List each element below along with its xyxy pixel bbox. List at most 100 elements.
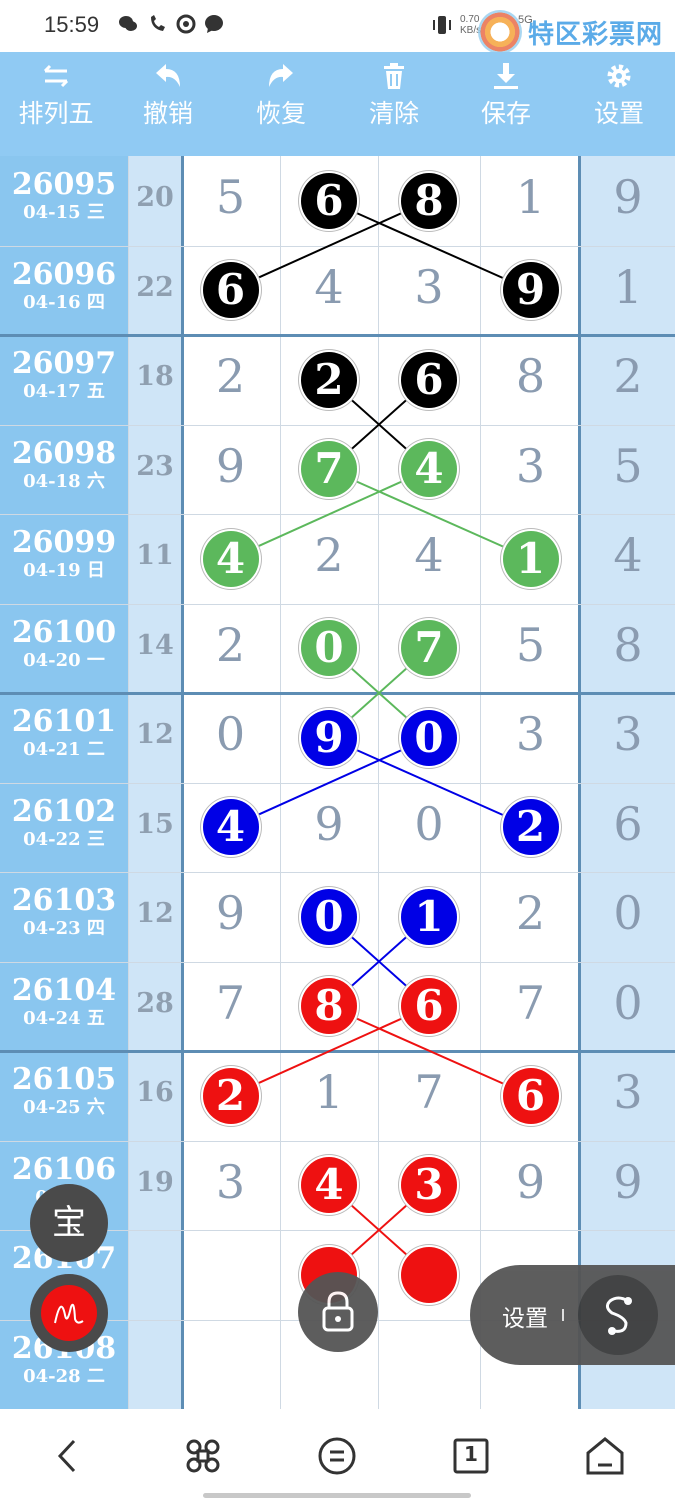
clear-button[interactable]: 清除 bbox=[338, 52, 450, 156]
marked-digit-ball[interactable]: 9 bbox=[301, 709, 357, 766]
digit-cell[interactable]: 9 bbox=[481, 1155, 581, 1209]
marked-digit-ball[interactable]: 8 bbox=[301, 978, 357, 1035]
marked-digit-ball[interactable] bbox=[401, 1246, 457, 1303]
period-cell: 26097 04-17 五 bbox=[0, 347, 128, 403]
tab-count-icon[interactable]: 1 bbox=[446, 1431, 496, 1481]
digit-cell[interactable]: 0 bbox=[181, 707, 281, 761]
period-cell: 26099 04-19 日 bbox=[0, 526, 128, 582]
marked-digit-ball[interactable]: 6 bbox=[401, 351, 457, 408]
marked-digit-ball[interactable]: 2 bbox=[502, 799, 559, 856]
period-date: 04-21 二 bbox=[23, 739, 105, 760]
grid-hline bbox=[0, 961, 675, 963]
digit-cell[interactable]: 3 bbox=[181, 1155, 281, 1209]
fifth-digit-cell: 4 bbox=[613, 528, 643, 582]
period-number: 26105 bbox=[11, 1062, 117, 1097]
treasure-button[interactable]: 宝 bbox=[30, 1184, 108, 1262]
lock-button[interactable] bbox=[298, 1272, 378, 1352]
digit-cell[interactable]: 1 bbox=[481, 170, 581, 224]
period-date: 04-19 日 bbox=[23, 560, 105, 581]
marked-digit-ball[interactable]: 6 bbox=[301, 172, 357, 229]
digit-cell[interactable]: 8 bbox=[481, 349, 581, 403]
marked-digit-ball[interactable]: 6 bbox=[502, 1067, 559, 1124]
gesture-bar[interactable] bbox=[203, 1493, 471, 1498]
digit-cell[interactable]: 7 bbox=[379, 1065, 479, 1119]
treasure-label: 宝 bbox=[52, 1203, 86, 1243]
period-number: 26106 bbox=[11, 1151, 117, 1187]
lottery-type-button[interactable]: 排列五 bbox=[0, 52, 112, 156]
digit-cell[interactable]: 1 bbox=[279, 1065, 379, 1119]
digit-cell[interactable]: 0 bbox=[379, 797, 479, 851]
marked-digit-ball[interactable]: 8 bbox=[401, 172, 457, 229]
marked-digit-ball[interactable]: 3 bbox=[401, 1157, 457, 1214]
marked-digit-ball[interactable]: 0 bbox=[301, 888, 357, 945]
digit-cell[interactable]: 9 bbox=[181, 886, 281, 940]
sum-value: 15 bbox=[136, 808, 174, 840]
period-cell: 26102 04-22 三 bbox=[0, 794, 128, 851]
digit-cell[interactable]: 2 bbox=[481, 886, 581, 940]
digit-cell[interactable]: 2 bbox=[279, 528, 379, 582]
period-number: 26103 bbox=[11, 883, 117, 918]
digit-cell[interactable]: 2 bbox=[181, 349, 281, 403]
sum-value: 18 bbox=[136, 361, 174, 392]
marked-digit-ball[interactable]: 6 bbox=[401, 978, 457, 1035]
command-icon[interactable] bbox=[178, 1431, 228, 1481]
grid-hline bbox=[0, 1140, 675, 1142]
save-label: 保存 bbox=[480, 99, 531, 128]
message-icon bbox=[204, 14, 224, 39]
grid-hline bbox=[0, 692, 675, 695]
marked-digit-ball[interactable]: 4 bbox=[301, 1157, 357, 1214]
marked-digit-ball[interactable]: 7 bbox=[301, 441, 357, 498]
marked-digit-ball[interactable]: 4 bbox=[202, 799, 259, 856]
digit-cell[interactable]: 7 bbox=[181, 976, 281, 1030]
marked-digit-ball[interactable]: 6 bbox=[202, 262, 259, 319]
digit-cell[interactable]: 3 bbox=[481, 707, 581, 761]
undo-icon bbox=[112, 52, 224, 98]
s-share-button[interactable] bbox=[578, 1275, 658, 1355]
marked-digit-ball[interactable]: 4 bbox=[401, 441, 457, 498]
lottery-type-label: 排列五 bbox=[18, 99, 94, 128]
sum-value: 28 bbox=[136, 987, 174, 1019]
fifth-digit-cell: 9 bbox=[613, 1154, 643, 1209]
digit-cell[interactable]: 9 bbox=[279, 797, 379, 851]
digit-cell[interactable]: 7 bbox=[481, 976, 581, 1030]
digit-cell[interactable]: 4 bbox=[279, 260, 379, 314]
fifth-digit-cell: 6 bbox=[613, 796, 643, 851]
back-icon[interactable] bbox=[44, 1431, 94, 1481]
signature-button[interactable] bbox=[30, 1274, 108, 1352]
signature-icon bbox=[41, 1285, 97, 1341]
swap-arrows-icon bbox=[0, 52, 112, 98]
marked-digit-ball[interactable]: 4 bbox=[202, 530, 259, 587]
marked-digit-ball[interactable]: 7 bbox=[401, 620, 457, 677]
marked-digit-ball[interactable]: 0 bbox=[301, 620, 357, 677]
digit-cell[interactable]: 3 bbox=[379, 260, 479, 314]
redo-button[interactable]: 恢复 bbox=[225, 52, 337, 156]
digit-cell[interactable]: 5 bbox=[481, 618, 581, 672]
period-number: 26101 bbox=[11, 704, 117, 739]
digit-cell[interactable]: 5 bbox=[181, 170, 281, 224]
redo-label: 恢复 bbox=[255, 99, 306, 128]
marked-digit-ball[interactable]: 1 bbox=[401, 888, 457, 945]
period-date: 04-15 三 bbox=[23, 202, 105, 223]
marked-digit-ball[interactable]: 2 bbox=[202, 1067, 259, 1124]
digit-cell[interactable]: 2 bbox=[181, 618, 281, 672]
home-icon[interactable] bbox=[580, 1431, 630, 1481]
period-cell: 26100 04-20 一 bbox=[0, 615, 128, 672]
digit-cell[interactable]: 4 bbox=[379, 528, 479, 582]
settings-button[interactable]: 设置 bbox=[563, 52, 675, 156]
marked-digit-ball[interactable]: 1 bbox=[502, 530, 559, 587]
missed-call-icon bbox=[148, 14, 168, 39]
save-button[interactable]: 保存 bbox=[450, 52, 562, 156]
period-number: 26096 bbox=[11, 256, 117, 292]
undo-button[interactable]: 撤销 bbox=[112, 52, 224, 156]
menu-icon[interactable] bbox=[312, 1431, 362, 1481]
period-number: 26095 bbox=[11, 167, 117, 202]
floating-settings-panel[interactable]: 设置 bbox=[470, 1265, 675, 1365]
period-date: 04-25 六 bbox=[23, 1097, 105, 1118]
marked-digit-ball[interactable]: 0 bbox=[401, 709, 457, 766]
grid-hline bbox=[0, 424, 675, 426]
marked-digit-ball[interactable]: 2 bbox=[301, 351, 357, 408]
digit-cell[interactable]: 9 bbox=[181, 439, 281, 493]
net-speed-value: 0.70 bbox=[460, 14, 480, 25]
digit-cell[interactable]: 3 bbox=[481, 439, 581, 493]
marked-digit-ball[interactable]: 9 bbox=[502, 262, 559, 319]
